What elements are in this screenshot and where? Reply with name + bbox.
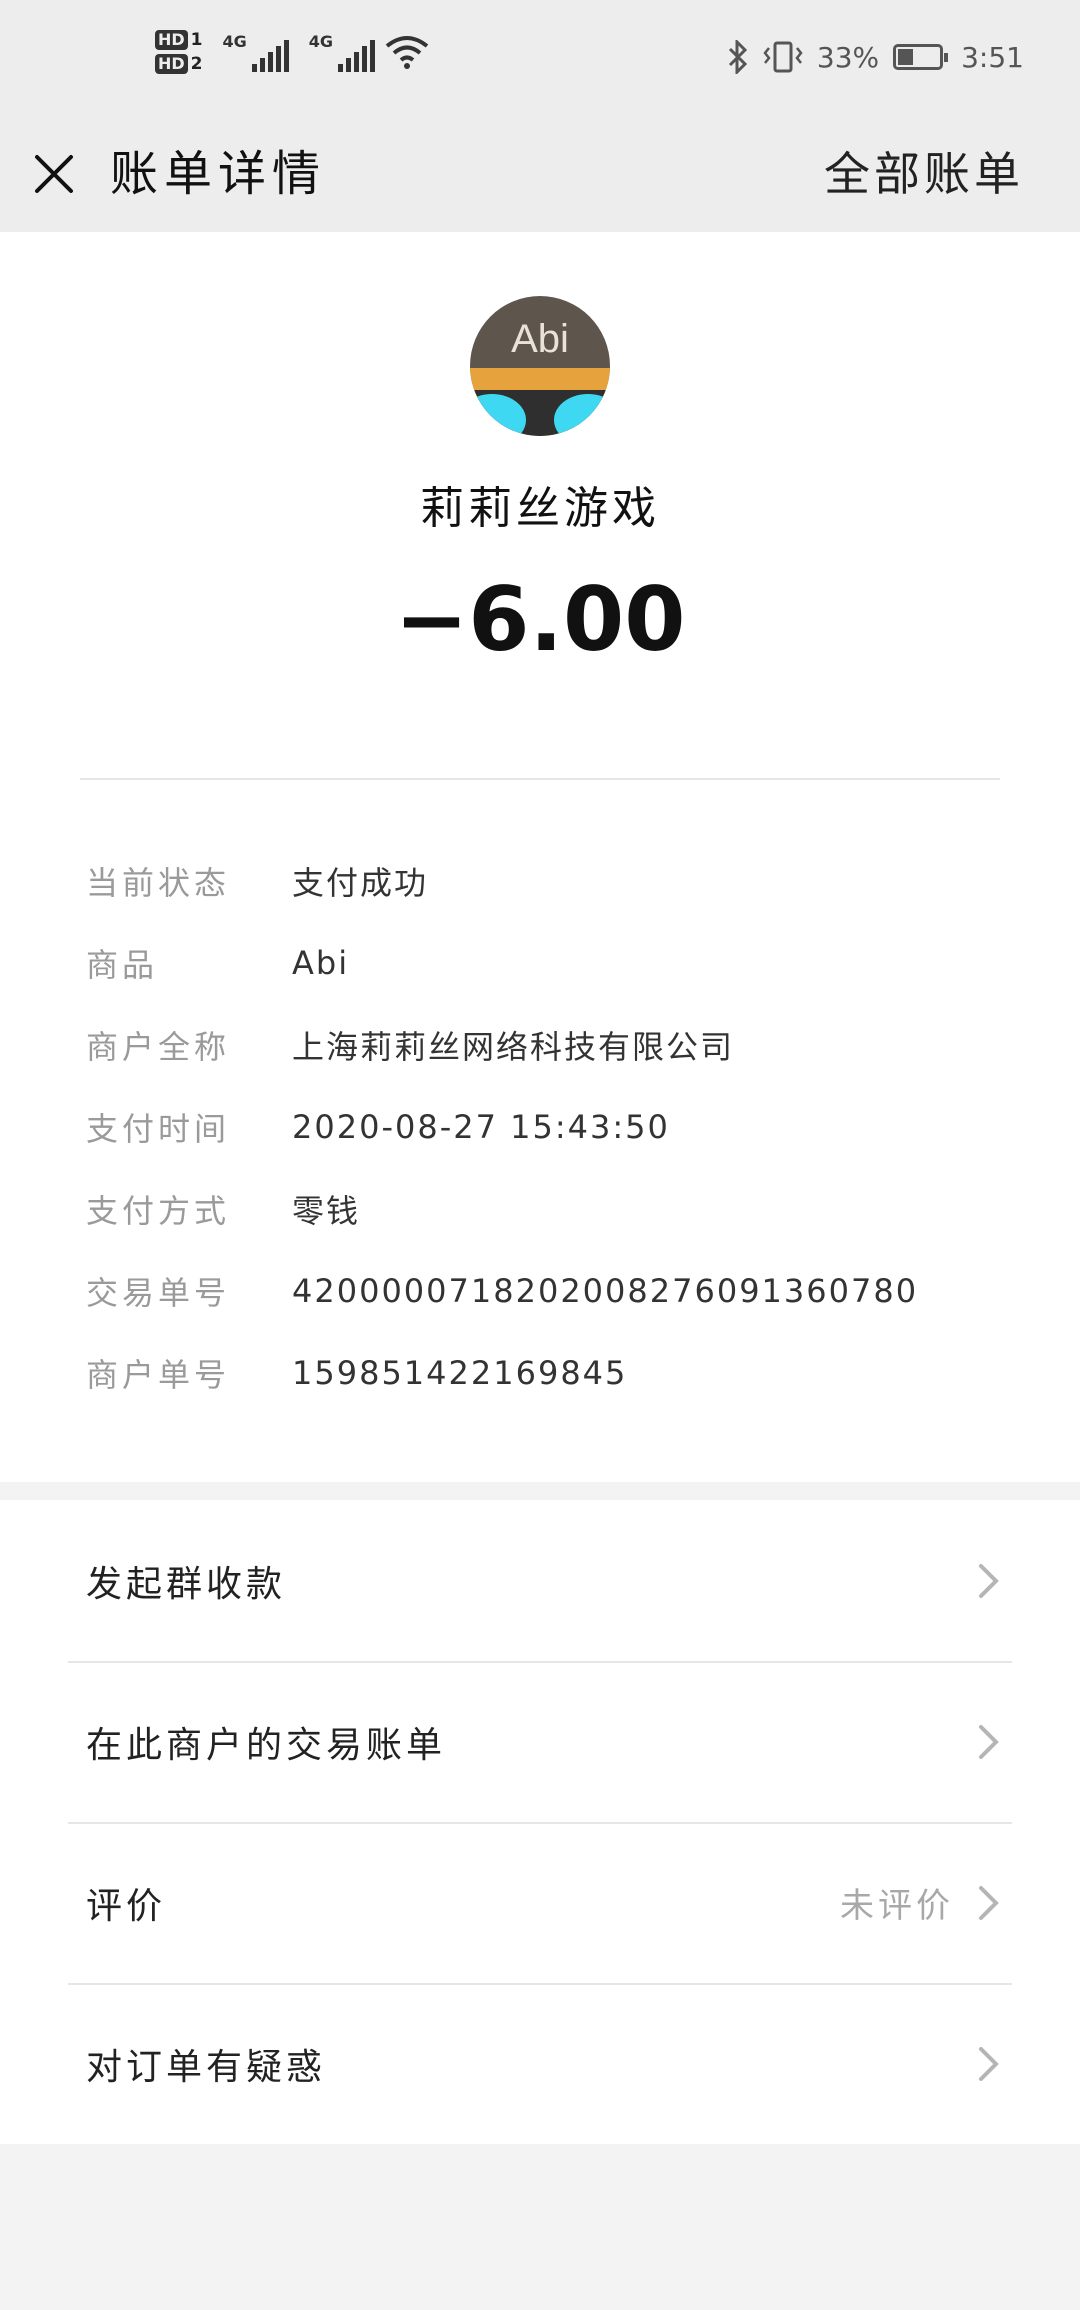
detail-row-merchant-fullname: 商户全称 上海莉莉丝网络科技有限公司 bbox=[86, 1004, 1006, 1086]
detail-row-pay-time: 支付时间 2020-08-27 15:43:50 bbox=[86, 1086, 1006, 1168]
battery-icon bbox=[893, 44, 949, 70]
detail-label: 商户全称 bbox=[86, 1028, 231, 1066]
order-question-row[interactable]: 对订单有疑惑 bbox=[0, 1983, 1080, 2144]
detail-row-transaction-id: 交易单号 4200000718202008276091360780 bbox=[86, 1250, 1006, 1332]
chevron-right-icon bbox=[970, 1723, 1008, 1761]
detail-value: Abi bbox=[292, 944, 350, 982]
chevron-right-icon bbox=[970, 1562, 1008, 1600]
status-bar: HD 1 HD 2 4G 4G 33% 3:51 bbox=[0, 0, 1080, 120]
hd-indicators: HD 1 HD 2 bbox=[155, 30, 203, 74]
detail-row-status: 当前状态 支付成功 bbox=[86, 840, 1006, 922]
avatar-logo-text: Abi bbox=[511, 317, 569, 361]
status-right: 33% 3:51 bbox=[727, 40, 1024, 74]
detail-label: 支付方式 bbox=[86, 1192, 231, 1230]
all-bills-link[interactable]: 全部账单 bbox=[824, 146, 1024, 202]
detail-label: 交易单号 bbox=[86, 1274, 231, 1312]
hd-sim1-badge: HD 1 bbox=[155, 30, 203, 50]
detail-list: 当前状态 支付成功 商品 Abi 商户全称 上海莉莉丝网络科技有限公司 支付时间… bbox=[86, 840, 1006, 1414]
detail-row-product: 商品 Abi bbox=[86, 922, 1006, 1004]
rating-status: 未评价 bbox=[840, 1886, 954, 1926]
battery-level bbox=[898, 49, 913, 65]
bluetooth-icon bbox=[728, 40, 747, 74]
detail-row-merchant-order-id: 商户单号 159851422169845 bbox=[86, 1332, 1006, 1414]
detail-value[interactable]: 4200000718202008276091360780 bbox=[292, 1272, 918, 1310]
detail-value: 2020-08-27 15:43:50 bbox=[292, 1108, 670, 1146]
detail-value: 支付成功 bbox=[292, 864, 429, 902]
detail-label: 商品 bbox=[86, 946, 159, 984]
bill-summary-card: Abi 莉莉丝游戏 −6.00 当前状态 支付成功 商品 Abi 商户全称 上海… bbox=[0, 232, 1080, 1482]
header-bar: 账单详情 全部账单 bbox=[0, 120, 1080, 232]
wifi-icon bbox=[385, 36, 429, 69]
rating-row[interactable]: 评价 未评价 bbox=[0, 1822, 1080, 1983]
detail-row-pay-method: 支付方式 零钱 bbox=[86, 1168, 1006, 1250]
action-list: 发起群收款 在此商户的交易账单 评价 未评价 对订单有疑惑 bbox=[0, 1500, 1080, 2144]
clock: 3:51 bbox=[961, 40, 1024, 74]
payment-amount: −6.00 bbox=[394, 568, 686, 671]
group-collect-row[interactable]: 发起群收款 bbox=[0, 1500, 1080, 1661]
action-label: 发起群收款 bbox=[86, 1563, 287, 1605]
hd-sim2-badge: HD 2 bbox=[155, 54, 203, 74]
chevron-right-icon bbox=[970, 1884, 1008, 1922]
status-left: HD 1 HD 2 4G 4G bbox=[155, 30, 429, 74]
action-label: 在此商户的交易账单 bbox=[86, 1724, 447, 1766]
chevron-right-icon bbox=[970, 2045, 1008, 2083]
vibrate-icon bbox=[763, 41, 803, 73]
detail-value[interactable]: 159851422169845 bbox=[292, 1354, 627, 1392]
merchant-bills-row[interactable]: 在此商户的交易账单 bbox=[0, 1661, 1080, 1822]
detail-value: 上海莉莉丝网络科技有限公司 bbox=[292, 1028, 735, 1066]
close-button[interactable] bbox=[24, 144, 84, 204]
detail-label: 当前状态 bbox=[86, 864, 231, 902]
page-title: 账单详情 bbox=[110, 146, 327, 202]
action-label: 评价 bbox=[86, 1885, 167, 1927]
divider bbox=[80, 778, 1000, 780]
merchant-name: 莉莉丝游戏 bbox=[420, 483, 660, 534]
detail-value: 零钱 bbox=[292, 1192, 361, 1230]
merchant-avatar: Abi bbox=[470, 296, 610, 436]
detail-label: 商户单号 bbox=[86, 1356, 231, 1394]
signal-sim1-icon: 4G bbox=[223, 32, 289, 72]
detail-label: 支付时间 bbox=[86, 1110, 231, 1148]
battery-percent: 33% bbox=[816, 40, 880, 74]
action-label: 对订单有疑惑 bbox=[86, 2046, 327, 2088]
signal-sim2-icon: 4G bbox=[309, 32, 376, 72]
close-icon bbox=[35, 155, 73, 193]
